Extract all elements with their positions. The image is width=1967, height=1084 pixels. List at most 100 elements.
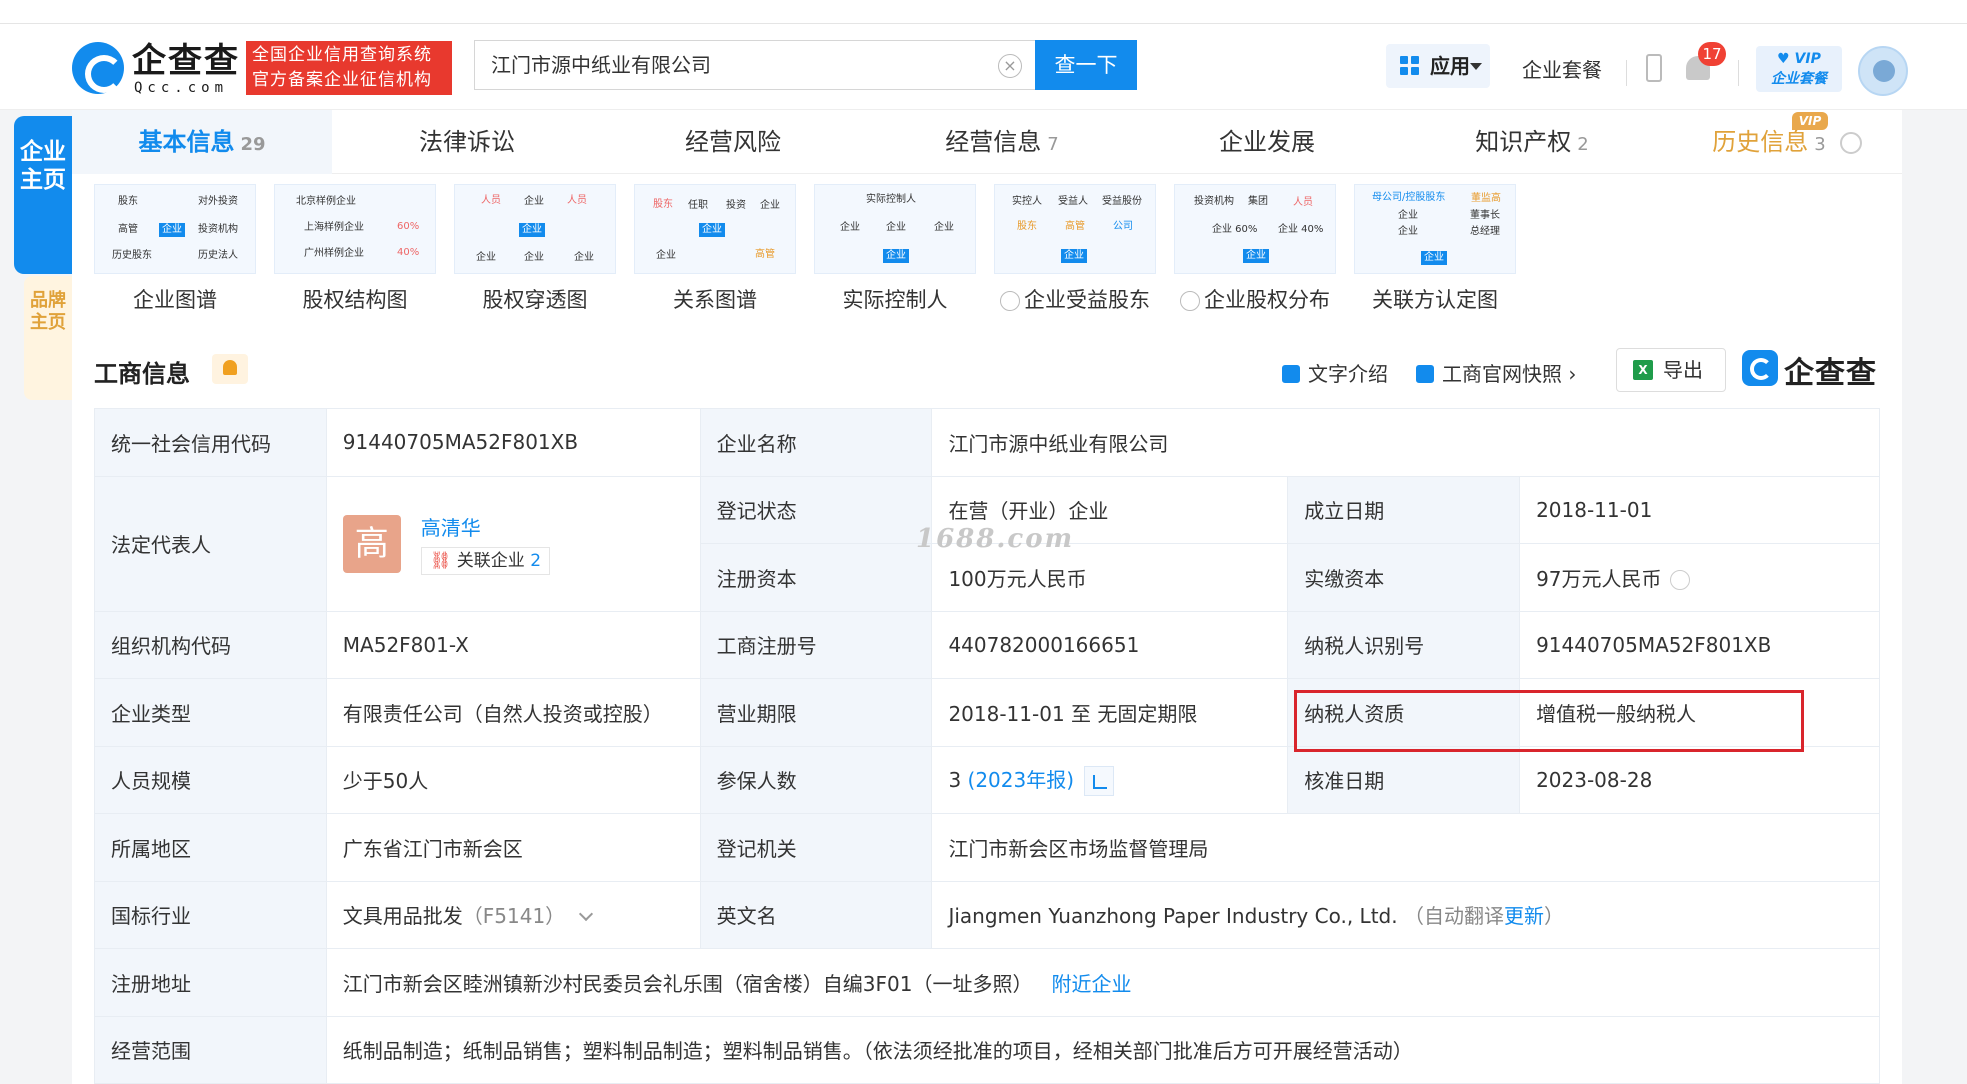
credit-code-value: 91440705MA52F801XB (325, 408, 701, 477)
user-avatar[interactable] (1858, 46, 1908, 96)
diagram-thumbnail: 实际控制人 企业 企业 企业 企业 (814, 184, 976, 274)
search-input[interactable]: 江门市源中纸业有限公司 (474, 40, 1036, 90)
tab-label: 经营风险 (685, 128, 781, 156)
approval-date-value: 2023-08-28 (1519, 745, 1880, 814)
thumb-text: 上海样例企业 (304, 222, 364, 233)
diagram-label-text: 企业股权分布 (1204, 288, 1330, 312)
export-label: 导出 (1663, 358, 1703, 382)
thumb-text: 股东 (1017, 221, 1037, 232)
qcc-brand-logo: 企查查 (1742, 348, 1882, 391)
staff-size-value: 少于50人 (325, 745, 701, 814)
diagram-equity-structure[interactable]: 北京样例企业 上海样例企业 60% 广州样例企业 40% 股权结构图 (274, 184, 436, 324)
taxpayer-id-label: 纳税人识别号 (1287, 610, 1521, 679)
tab-count: 2 (1577, 134, 1589, 155)
tab-ip[interactable]: 知识产权 2 (1402, 110, 1662, 174)
qcc-logo[interactable]: 企查查 Qcc.com (72, 42, 250, 96)
credit-code-label: 统一社会信用代码 (94, 408, 327, 477)
reg-no-value: 440782000166651 (931, 610, 1289, 679)
vip-button[interactable]: ♥ VIP 企业套餐 (1756, 46, 1842, 92)
thumb-text: 人员 (481, 195, 501, 206)
industry-cell[interactable]: 文具用品批发（F5141） (325, 880, 701, 949)
tab-risk[interactable]: 经营风险 (608, 110, 858, 174)
clear-icon[interactable]: × (998, 54, 1022, 78)
nearby-companies-link[interactable]: 附近企业 (1052, 972, 1132, 996)
thumb-text: 股东 (653, 199, 673, 210)
info-icon[interactable] (1839, 132, 1862, 154)
section-title: 工商信息 (94, 360, 190, 388)
site-header: 企查查 Qcc.com 全国企业信用查询系统 官方备案企业征信机构 江门市源中纸… (0, 24, 1967, 110)
company-home-tab[interactable]: 企业主页 (14, 116, 72, 274)
tab-count: 3 (1814, 134, 1826, 155)
diagram-enterprise-graph[interactable]: 股东 对外投资 高管 企业 投资机构 历史股东 历史法人 企业图谱 (94, 184, 256, 324)
tab-label: 经营信息 (945, 128, 1042, 156)
related-companies-button[interactable]: ⛓ 关联企业 2 (420, 546, 551, 575)
address-value: 江门市新会区睦洲镇新沙村民委员会礼乐围（宿舍楼）自编3F01（一址多照） (342, 971, 1033, 996)
monitor-bell-icon[interactable] (212, 354, 248, 384)
business-term-label: 营业期限 (699, 678, 933, 747)
mobile-icon[interactable] (1646, 54, 1662, 82)
diagram-thumbnail: 实控人 受益人 受益股份 股东 高管 公司 企业 (994, 184, 1156, 274)
thumb-text: 企业 (656, 250, 676, 261)
diagram-label: 企业股权分布 (1154, 284, 1356, 314)
thumb-text: 企业 (159, 223, 185, 237)
help-icon[interactable] (1000, 291, 1020, 311)
thumb-text: 受益股份 (1102, 196, 1142, 207)
document-icon (1282, 365, 1300, 383)
related-count: 2 (530, 550, 542, 571)
table-row: 国标行业 文具用品批发（F5141） 英文名 Jiangmen Yuanzhon… (94, 880, 1880, 949)
chevron-right-icon: › (1562, 362, 1577, 386)
export-button[interactable]: X 导出 (1616, 348, 1726, 392)
chevron-down-icon[interactable] (579, 907, 594, 922)
org-code-value: MA52F801-X (325, 610, 701, 679)
thumb-text: 企业 (476, 252, 496, 263)
thumb-text: 企业 (1421, 251, 1447, 265)
thumb-text: 集团 (1248, 196, 1268, 207)
thumb-text: 投资机构 (1194, 196, 1234, 207)
diagram-actual-controller[interactable]: 实际控制人 企业 企业 企业 企业 实际控制人 (814, 184, 976, 324)
update-translation-link[interactable]: 更新 (1504, 904, 1544, 928)
annual-report-link[interactable]: (2023年报) (968, 768, 1075, 792)
apps-menu-button[interactable]: 应用 (1386, 44, 1490, 88)
divider (1626, 60, 1627, 86)
company-name-label: 企业名称 (699, 408, 933, 477)
diagram-beneficial-owners[interactable]: 实控人 受益人 受益股份 股东 高管 公司 企业 企业受益股东 (994, 184, 1156, 324)
thumb-text: 人员 (567, 195, 587, 206)
diagram-equity-distribution[interactable]: 投资机构 集团 人员 企业 60% 企业 40% 企业 企业股权分布 (1174, 184, 1336, 324)
info-icon[interactable] (1669, 570, 1690, 591)
trend-chart-icon[interactable] (1084, 766, 1115, 796)
search-button[interactable]: 查一下 (1035, 40, 1137, 90)
thumb-text: 母公司/控股股东 (1372, 192, 1446, 203)
approval-date-label: 核准日期 (1287, 745, 1521, 814)
diagram-relationship-graph[interactable]: 股东 任职 投资 企业 企业 企业 高管 关系图谱 (634, 184, 796, 324)
legal-rep-name-link[interactable]: 高清华 (421, 513, 550, 543)
vip-tag: VIP (1792, 112, 1828, 130)
business-scope-label: 经营范围 (94, 1015, 327, 1084)
tab-legal[interactable]: 法律诉讼 (342, 110, 592, 174)
tab-development[interactable]: 企业发展 (1142, 110, 1392, 174)
help-icon[interactable] (1180, 291, 1200, 311)
insured-count-value: 3 (948, 767, 962, 792)
tab-count: 7 (1047, 134, 1059, 155)
tax-qualification-highlight-box (1294, 690, 1804, 752)
tab-operations[interactable]: 经营信息 7 (872, 110, 1132, 174)
related-label: 关联企业 (456, 550, 525, 571)
text-intro-button[interactable]: 文字介绍 (1282, 358, 1388, 387)
thumb-text: 企业 60% (1212, 224, 1258, 235)
region-label: 所属地区 (94, 813, 327, 882)
thumb-text: 高管 (755, 249, 775, 260)
link-icon: ⛓ (429, 550, 457, 571)
diagram-equity-penetration[interactable]: 人员 企业 人员 企业 企业 企业 企业 股权穿透图 (454, 184, 616, 324)
snapshot-label: 工商官网快照 (1442, 362, 1562, 386)
tab-basic-info[interactable]: 基本信息 29 (72, 110, 332, 174)
tab-history[interactable]: 历史信息 3 (1672, 110, 1902, 174)
diagram-related-party[interactable]: 母公司/控股股东 董监高 企业 董事长 企业 总经理 企业 关联方认定图 (1354, 184, 1516, 324)
paid-capital-label: 实缴资本 (1287, 543, 1521, 612)
brand-home-tab[interactable]: 品牌主页 (24, 276, 72, 400)
enterprise-package-link[interactable]: 企业套餐 (1522, 54, 1602, 83)
official-snapshot-button[interactable]: 工商官网快照 › (1416, 358, 1576, 387)
reg-no-label: 工商注册号 (699, 610, 933, 679)
thumb-text: 任职 (688, 200, 708, 211)
qcc-logo-icon (1742, 350, 1778, 386)
industry-label: 国标行业 (94, 880, 327, 949)
thumb-text: 企业 40% (1278, 224, 1324, 235)
